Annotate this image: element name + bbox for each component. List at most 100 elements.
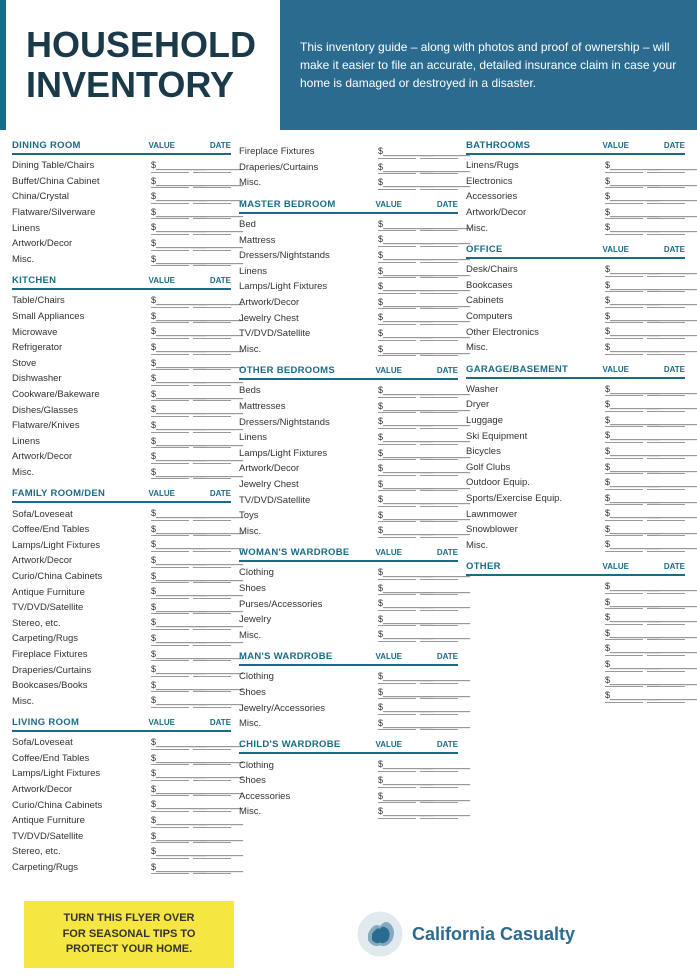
date-field[interactable]: __________ [420, 478, 458, 492]
date-field[interactable]: __________ [193, 632, 231, 646]
value-field[interactable]: __________ [605, 507, 643, 521]
date-field[interactable]: __________ [647, 627, 685, 641]
value-field[interactable]: __________ [151, 538, 189, 552]
date-field[interactable]: __________ [420, 790, 458, 804]
value-field[interactable]: __________ [378, 400, 416, 414]
date-field[interactable]: __________ [193, 450, 231, 464]
date-field[interactable]: __________ [647, 596, 685, 610]
value-field[interactable]: __________ [151, 830, 189, 844]
value-field[interactable]: __________ [151, 523, 189, 537]
date-field[interactable]: __________ [420, 280, 458, 294]
date-field[interactable]: __________ [193, 325, 231, 339]
value-field[interactable]: __________ [605, 398, 643, 412]
date-field[interactable]: __________ [420, 509, 458, 523]
date-field[interactable]: __________ [420, 400, 458, 414]
date-field[interactable]: __________ [647, 341, 685, 355]
date-field[interactable]: __________ [647, 538, 685, 552]
date-field[interactable]: __________ [193, 585, 231, 599]
date-field[interactable]: __________ [420, 566, 458, 580]
value-field[interactable]: __________ [151, 752, 189, 766]
date-field[interactable]: __________ [193, 663, 231, 677]
date-field[interactable]: __________ [193, 845, 231, 859]
date-field[interactable]: __________ [193, 736, 231, 750]
date-field[interactable]: __________ [193, 175, 231, 189]
date-field[interactable]: __________ [420, 462, 458, 476]
value-field[interactable]: __________ [151, 450, 189, 464]
value-field[interactable]: __________ [151, 419, 189, 433]
value-field[interactable]: __________ [378, 628, 416, 642]
date-field[interactable]: __________ [420, 758, 458, 772]
date-field[interactable]: __________ [420, 686, 458, 700]
value-field[interactable]: __________ [378, 462, 416, 476]
date-field[interactable]: __________ [193, 435, 231, 449]
value-field[interactable]: __________ [151, 616, 189, 630]
value-field[interactable]: __________ [151, 294, 189, 308]
date-field[interactable]: __________ [420, 233, 458, 247]
date-field[interactable]: __________ [420, 670, 458, 684]
value-field[interactable]: __________ [605, 658, 643, 672]
date-field[interactable]: __________ [193, 679, 231, 693]
value-field[interactable]: __________ [605, 206, 643, 220]
value-field[interactable]: __________ [605, 476, 643, 490]
value-field[interactable]: __________ [605, 689, 643, 703]
date-field[interactable]: __________ [193, 206, 231, 220]
value-field[interactable]: __________ [151, 310, 189, 324]
value-field[interactable]: __________ [605, 175, 643, 189]
date-field[interactable]: __________ [193, 507, 231, 521]
value-field[interactable]: __________ [378, 311, 416, 325]
date-field[interactable]: __________ [420, 218, 458, 232]
date-field[interactable]: __________ [420, 597, 458, 611]
value-field[interactable]: __________ [378, 384, 416, 398]
date-field[interactable]: __________ [647, 507, 685, 521]
date-field[interactable]: __________ [420, 327, 458, 341]
date-field[interactable]: __________ [420, 774, 458, 788]
date-field[interactable]: __________ [193, 767, 231, 781]
value-field[interactable]: __________ [378, 805, 416, 819]
date-field[interactable]: __________ [420, 265, 458, 279]
value-field[interactable]: __________ [151, 845, 189, 859]
date-field[interactable]: __________ [193, 648, 231, 662]
date-field[interactable]: __________ [193, 237, 231, 251]
value-field[interactable]: __________ [605, 580, 643, 594]
date-field[interactable]: __________ [420, 628, 458, 642]
value-field[interactable]: __________ [378, 566, 416, 580]
date-field[interactable]: __________ [193, 830, 231, 844]
date-field[interactable]: __________ [647, 279, 685, 293]
value-field[interactable]: __________ [378, 447, 416, 461]
value-field[interactable]: __________ [151, 632, 189, 646]
date-field[interactable]: __________ [420, 431, 458, 445]
date-field[interactable]: __________ [420, 384, 458, 398]
value-field[interactable]: __________ [378, 249, 416, 263]
value-field[interactable]: __________ [605, 263, 643, 277]
date-field[interactable]: __________ [420, 717, 458, 731]
value-field[interactable]: __________ [151, 694, 189, 708]
value-field[interactable]: __________ [605, 383, 643, 397]
date-field[interactable]: __________ [193, 253, 231, 267]
value-field[interactable]: __________ [151, 435, 189, 449]
value-field[interactable]: __________ [605, 642, 643, 656]
date-field[interactable]: __________ [193, 159, 231, 173]
date-field[interactable]: __________ [647, 159, 685, 173]
date-field[interactable]: __________ [647, 429, 685, 443]
value-field[interactable]: __________ [151, 679, 189, 693]
date-field[interactable]: __________ [193, 466, 231, 480]
date-field[interactable]: __________ [420, 493, 458, 507]
date-field[interactable]: __________ [193, 403, 231, 417]
value-field[interactable]: __________ [378, 790, 416, 804]
date-field[interactable]: __________ [193, 341, 231, 355]
value-field[interactable]: __________ [605, 294, 643, 308]
date-field[interactable]: __________ [193, 388, 231, 402]
date-field[interactable]: __________ [647, 580, 685, 594]
value-field[interactable]: __________ [151, 206, 189, 220]
date-field[interactable]: __________ [193, 694, 231, 708]
date-field[interactable]: __________ [193, 372, 231, 386]
value-field[interactable]: __________ [605, 279, 643, 293]
date-field[interactable]: __________ [420, 249, 458, 263]
date-field[interactable]: __________ [193, 419, 231, 433]
value-field[interactable]: __________ [605, 190, 643, 204]
value-field[interactable]: __________ [378, 774, 416, 788]
date-field[interactable]: __________ [647, 674, 685, 688]
value-field[interactable]: __________ [151, 767, 189, 781]
date-field[interactable]: __________ [647, 175, 685, 189]
value-field[interactable]: __________ [151, 554, 189, 568]
